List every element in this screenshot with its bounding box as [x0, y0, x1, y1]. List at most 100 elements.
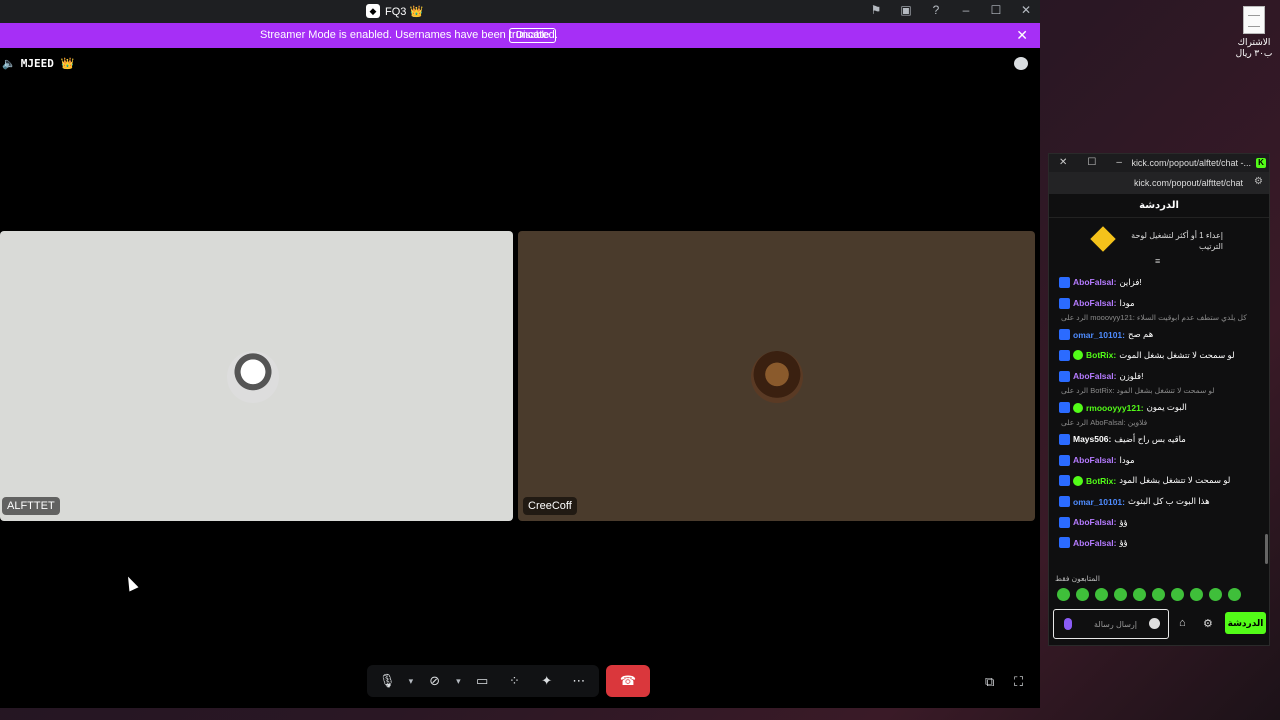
chat-bubble-icon[interactable]	[1014, 57, 1028, 70]
chat-username[interactable]: AboFalsal:	[1073, 538, 1116, 548]
chat-username[interactable]: AboFalsal:	[1073, 371, 1116, 381]
verified-badge-icon	[1073, 402, 1083, 413]
chat-message[interactable]: AboFalsal: مودا	[1059, 450, 1269, 471]
chat-message[interactable]: AboFalsal: مودا	[1059, 293, 1269, 314]
badge-icon	[1059, 496, 1070, 508]
chat-message[interactable]: rmoooyyy121: البوت يمون	[1059, 397, 1269, 418]
minimize-icon[interactable]: –	[958, 3, 974, 17]
chat-username[interactable]: AboFalsal:	[1073, 277, 1116, 287]
emote-icon[interactable]	[1095, 588, 1108, 601]
kick-window-controls: ✕ ☐ –	[1059, 157, 1122, 168]
chevron-down-icon[interactable]: ▾	[405, 676, 416, 687]
chat-input[interactable]: إرسال رسالة	[1053, 609, 1169, 639]
chat-header: الدردشة	[1049, 194, 1269, 218]
chat-message[interactable]: AboFalsal: فزاين!	[1059, 272, 1269, 293]
chat-username[interactable]: AboFalsal:	[1073, 455, 1116, 465]
chat-text: فزاين!	[1119, 276, 1142, 287]
chat-username[interactable]: AboFalsal:	[1073, 517, 1116, 527]
badge-icon	[1059, 454, 1070, 466]
chat-send-button[interactable]: الدردشة	[1225, 612, 1266, 634]
chat-message[interactable]: AboFalsal: فلوزن!	[1059, 366, 1269, 387]
emote-icon[interactable]	[1190, 588, 1203, 601]
participant-name: CreeCoff	[523, 497, 577, 515]
window-title: ◆ FQ3 👑	[366, 4, 423, 18]
avatar	[751, 351, 803, 403]
reply-preview: الرد على AboFalsal: فلاوين	[1061, 418, 1148, 428]
emote-icon[interactable]	[1171, 588, 1184, 601]
chat-scrollbar[interactable]	[1265, 534, 1268, 564]
chat-username[interactable]: omar_10101:	[1073, 497, 1125, 507]
fullscreen-icon[interactable]: ⛶	[1014, 674, 1023, 690]
maximize-icon[interactable]: ☐	[1087, 157, 1096, 168]
emote-icon[interactable]	[1228, 588, 1241, 601]
emote-icon[interactable]	[1114, 588, 1127, 601]
kick-url-bar: kick.com/popout/alfttet/chat ⚙	[1049, 172, 1269, 194]
desktop-file[interactable]: الاشتراك ب٣٠ ريال	[1228, 6, 1280, 59]
chat-message[interactable]: omar_10101: هذا البوت ب كل البثوث	[1059, 491, 1269, 512]
video-tile-creecoff[interactable]: CreeCoff	[518, 231, 1035, 521]
discord-call-window: ◆ FQ3 👑 ⚑ ▣ ? – ☐ ✕ Streamer Mode is ena…	[0, 0, 1040, 708]
chat-text: ؤؤ	[1119, 516, 1128, 527]
banner-close-icon[interactable]: ✕	[1016, 23, 1028, 48]
inbox-icon[interactable]: ▣	[898, 3, 914, 17]
pinned-banner[interactable]: إعداء 1 أو أكثر لتشغيل لوحة الترتيب ≡	[1049, 218, 1269, 266]
microphone-icon[interactable]: 🎙	[373, 668, 401, 694]
chat-text: ماقيه بس راح أضيف	[1114, 433, 1186, 444]
channel-name: MJEED 👑	[20, 57, 75, 70]
file-icon	[1243, 6, 1265, 34]
chat-message[interactable]: AboFalsal: ؤؤ	[1059, 512, 1269, 533]
verified-badge-icon	[1073, 350, 1083, 361]
site-settings-icon[interactable]: ⚙	[1254, 176, 1263, 187]
reply-preview: الرد على BotRix: لو سمحت لا تتشغل بشغل ا…	[1061, 386, 1215, 396]
emote-icon[interactable]	[1057, 588, 1070, 601]
close-icon[interactable]: ✕	[1059, 157, 1067, 168]
screen-share-icon[interactable]: ▭	[468, 668, 496, 694]
emote-icon[interactable]	[1076, 588, 1089, 601]
chat-text: البوت يمون	[1146, 402, 1187, 413]
chat-message[interactable]: BotRix: لو سمحت لا تتشغل بشغل المود	[1059, 471, 1269, 492]
chat-text: هذا البوت ب كل البثوث	[1127, 496, 1210, 507]
chevron-down-icon[interactable]: ▾	[453, 676, 464, 687]
kick-chat-popout: ✕ ☐ – kick.com/popout/alftet/chat -... K…	[1048, 153, 1270, 646]
kick-window-title: kick.com/popout/alftet/chat -...	[1131, 158, 1251, 168]
video-tile-alfttet[interactable]: ALFTTET	[0, 231, 513, 521]
chat-message[interactable]: Mays506: ماقيه بس راح أضيف	[1059, 429, 1269, 450]
camera-off-icon[interactable]: ⊘	[421, 668, 449, 694]
mouse-cursor-icon	[123, 574, 139, 592]
help-icon[interactable]: ?	[928, 3, 944, 17]
chat-username[interactable]: Mays506:	[1073, 434, 1111, 444]
emote-icon[interactable]	[1209, 588, 1222, 601]
activities-icon[interactable]: ⁘	[500, 668, 528, 694]
maximize-icon[interactable]: ☐	[988, 3, 1004, 17]
chat-message[interactable]: omar_10101: هم صح	[1059, 324, 1269, 345]
chat-username[interactable]: AboFalsal:	[1073, 298, 1116, 308]
chat-username[interactable]: omar_10101:	[1073, 330, 1125, 340]
chat-username[interactable]: BotRix:	[1086, 476, 1116, 486]
emoji-icon[interactable]	[1149, 618, 1160, 629]
emote-icon[interactable]	[1133, 588, 1146, 601]
disconnect-button[interactable]: ☎	[606, 665, 650, 697]
badge-icon	[1059, 329, 1070, 341]
chat-username[interactable]: BotRix:	[1086, 350, 1116, 360]
close-icon[interactable]: ✕	[1018, 3, 1034, 17]
emote-icon[interactable]	[1152, 588, 1165, 601]
pinned-text: إعداء 1 أو أكثر لتشغيل لوحة الترتيب	[1131, 231, 1223, 251]
gear-icon[interactable]: ⚙	[1203, 617, 1213, 630]
chat-message[interactable]: AboFalsal: ؤؤ	[1059, 533, 1269, 554]
soundboard-icon[interactable]: ✦	[533, 668, 561, 694]
popout-icon[interactable]: ⧉	[985, 674, 994, 690]
window-title-text: FQ3 👑	[385, 5, 424, 18]
microphone-icon[interactable]	[1064, 618, 1072, 630]
disable-button[interactable]: Disable	[509, 28, 557, 43]
chat-username[interactable]: rmoooyyy121:	[1086, 403, 1144, 413]
minimize-icon[interactable]: –	[1116, 157, 1122, 168]
menu-icon[interactable]: ≡	[1155, 256, 1160, 266]
file-label: الاشتراك ب٣٠ ريال	[1235, 37, 1273, 58]
flag-icon[interactable]: ⚑	[868, 3, 884, 17]
input-placeholder: إرسال رسالة	[1094, 620, 1137, 629]
emote-label: المتابعون فقط	[1055, 574, 1100, 583]
title-bar: ◆ FQ3 👑 ⚑ ▣ ? – ☐ ✕	[0, 0, 1040, 23]
store-icon[interactable]: ⌂	[1179, 617, 1186, 629]
more-options-icon[interactable]: ⋯	[565, 668, 593, 694]
chat-message[interactable]: BotRix: لو سمحت لا تتشغل بشغل الموت	[1059, 345, 1269, 366]
